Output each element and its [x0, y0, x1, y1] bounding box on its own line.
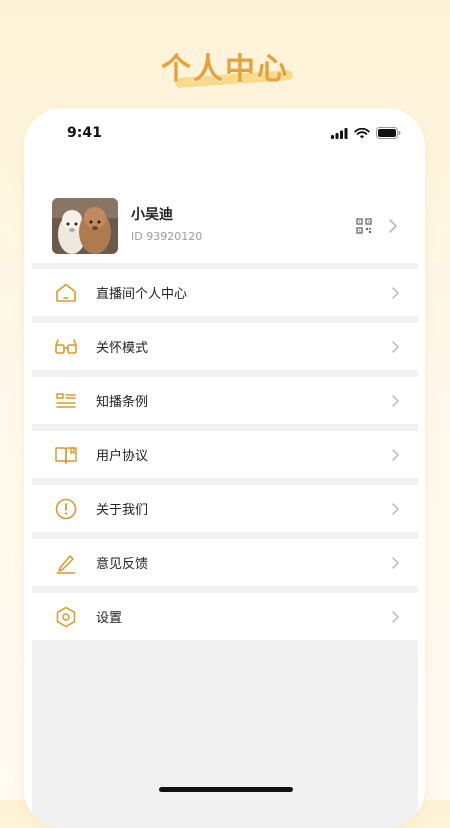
menu-item-settings[interactable]: 设置 — [32, 593, 418, 640]
home-indicator[interactable] — [159, 787, 293, 792]
menu-item-about-us[interactable]: 关于我们 — [32, 485, 418, 532]
book-icon — [55, 447, 77, 464]
info-icon — [55, 498, 77, 520]
chevron-right-icon — [389, 219, 397, 233]
profile-id: ID 93920120 — [131, 230, 203, 243]
page-title: 个人中心 — [161, 52, 289, 87]
chevron-right-icon — [392, 395, 399, 407]
status-time: 9:41 — [67, 125, 102, 141]
alpaca-avatar-image — [52, 198, 118, 254]
home-icon — [56, 283, 76, 302]
chevron-right-icon — [392, 449, 399, 461]
menu-item-live-room-center[interactable]: 直播间个人中心 — [32, 269, 418, 316]
signal-icon — [331, 127, 348, 139]
qr-code-icon[interactable] — [356, 218, 372, 234]
profile-name: 小吴迪 — [131, 207, 173, 223]
glasses-icon — [55, 339, 77, 354]
chevron-right-icon — [392, 503, 399, 515]
profile-card[interactable]: 小吴迪 ID 93920120 — [24, 192, 425, 262]
status-bar: 9:41 — [24, 123, 425, 145]
menu-item-user-agreement[interactable]: 用户协议 — [32, 431, 418, 478]
phone-screen: 9:41 小吴迪 ID 93920120 直播间个人中心 关怀模式 知播条例 用… — [24, 108, 425, 828]
menu-item-label: 关于我们 — [96, 503, 149, 518]
chevron-right-icon — [392, 611, 399, 623]
menu-item-label: 关怀模式 — [96, 341, 149, 356]
menu-item-label: 知播条例 — [96, 395, 149, 410]
menu-item-label: 用户协议 — [96, 449, 149, 464]
wifi-icon — [354, 127, 370, 138]
menu-item-regulations[interactable]: 知播条例 — [32, 377, 418, 424]
menu-item-care-mode[interactable]: 关怀模式 — [32, 323, 418, 370]
chevron-right-icon — [392, 341, 399, 353]
menu-item-label: 设置 — [96, 611, 123, 626]
menu-item-feedback[interactable]: 意见反馈 — [32, 539, 418, 586]
avatar[interactable] — [52, 198, 118, 254]
pen-icon — [56, 555, 76, 574]
settings-menu: 直播间个人中心 关怀模式 知播条例 用户协议 关于我们 意见反馈 设置 — [32, 269, 418, 647]
menu-item-label: 直播间个人中心 — [96, 287, 188, 302]
battery-icon — [376, 127, 401, 139]
status-icons — [331, 127, 401, 139]
settings-icon — [56, 606, 76, 628]
chevron-right-icon — [392, 557, 399, 569]
list-icon — [56, 393, 76, 408]
chevron-right-icon — [392, 287, 399, 299]
menu-item-label: 意见反馈 — [96, 557, 149, 572]
